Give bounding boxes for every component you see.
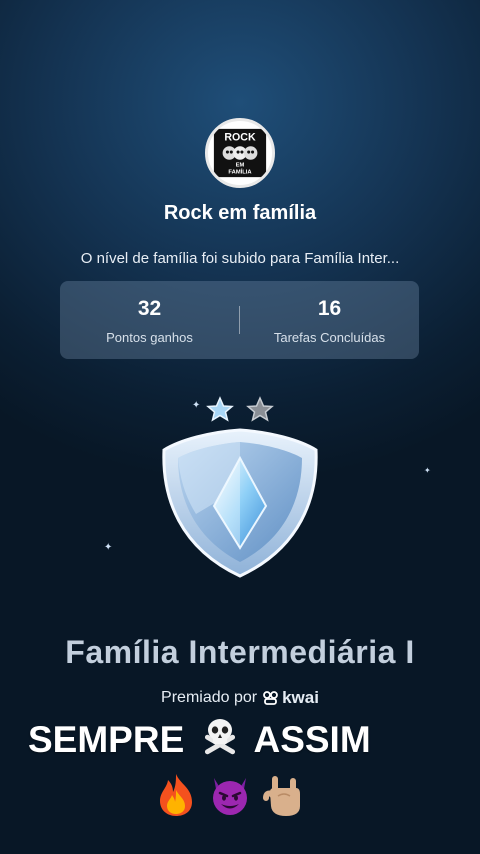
stat-tasks-value: 16 bbox=[317, 296, 342, 320]
skull-crossbones-icon bbox=[199, 716, 241, 765]
stats-panel: 32 Pontos ganhos 16 Tarefas Concluídas bbox=[60, 281, 419, 359]
svg-text:ROCK: ROCK bbox=[224, 131, 256, 143]
star-filled-icon bbox=[206, 396, 234, 422]
stat-points: 32 Pontos ganhos bbox=[60, 296, 239, 345]
awarded-by-prefix: Premiado por bbox=[161, 689, 258, 706]
stat-tasks-label: Tarefas Concluídas bbox=[273, 329, 386, 345]
kwai-icon bbox=[263, 691, 278, 705]
awarded-by: Premiado por kwai bbox=[0, 688, 480, 708]
stat-points-label: Pontos ganhos bbox=[106, 329, 193, 345]
family-avatar[interactable]: ROCK EM FAMÍLIA bbox=[205, 118, 275, 188]
rock-on-hand-icon bbox=[263, 776, 300, 816]
rock-logo-icon: ROCK EM FAMÍLIA bbox=[213, 128, 267, 178]
star-empty-icon bbox=[246, 396, 274, 422]
badge-level-title: Família Intermediária I bbox=[65, 634, 415, 670]
caption-word-2: ASSIM bbox=[253, 719, 371, 760]
kwai-logo: kwai bbox=[263, 688, 319, 708]
stat-points-value: 32 bbox=[137, 296, 162, 320]
caption-emojis bbox=[20, 772, 440, 818]
level-badge bbox=[150, 388, 330, 588]
sparkle-icon: ✦ bbox=[104, 542, 113, 553]
fire-icon bbox=[160, 774, 192, 816]
caption-word-1: SEMPRE bbox=[28, 719, 185, 760]
level-up-message: O nível de família foi subido para Famíl… bbox=[80, 250, 400, 267]
stat-tasks: 16 Tarefas Concluídas bbox=[240, 296, 419, 345]
svg-text:FAMÍLIA: FAMÍLIA bbox=[228, 167, 252, 175]
svg-text:EM: EM bbox=[236, 163, 245, 169]
video-caption: SEMPRE ASSIM bbox=[28, 716, 448, 765]
smiling-devil-icon bbox=[213, 778, 247, 815]
family-name: Rock em família bbox=[163, 202, 317, 224]
shield-icon bbox=[162, 428, 318, 578]
sparkle-icon: ✦ bbox=[424, 466, 431, 475]
kwai-brand-text: kwai bbox=[282, 688, 319, 707]
